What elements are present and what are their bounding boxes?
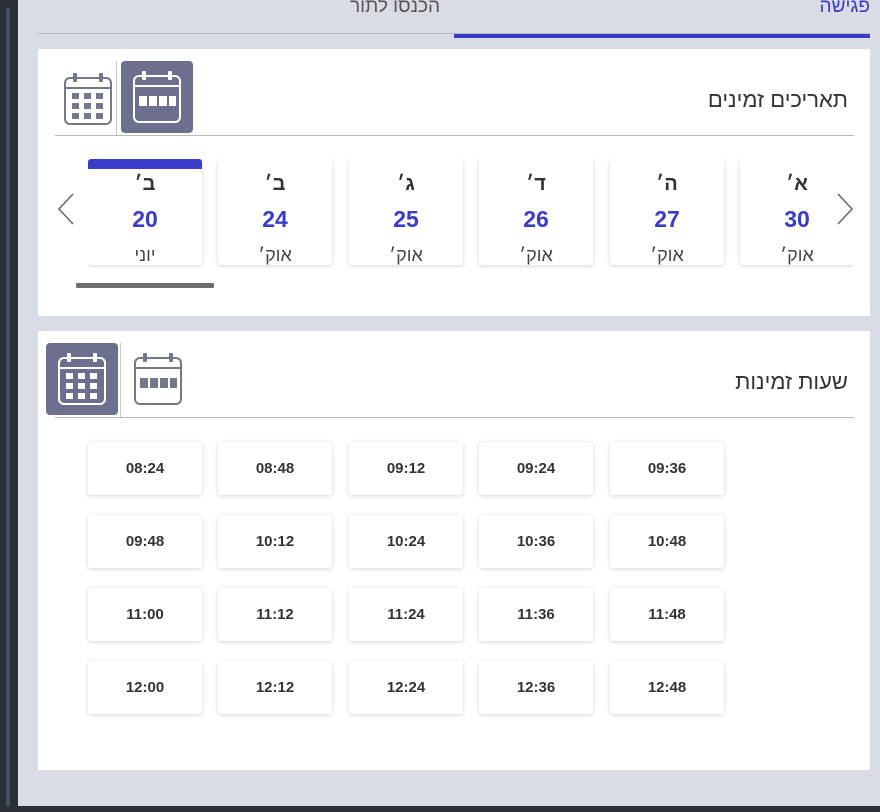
calendar-grid-icon	[58, 353, 106, 405]
time-slot[interactable]: 12:36	[479, 661, 593, 714]
tab-bar: פגישה הכנסו לתור	[38, 0, 870, 40]
time-slot[interactable]: 12:12	[218, 661, 332, 714]
date-number: 27	[654, 206, 680, 232]
dates-divider	[55, 135, 854, 136]
date-month: אוק׳	[258, 245, 292, 265]
date-weekday: ב׳	[134, 173, 156, 195]
times-divider	[55, 417, 854, 418]
date-number: 26	[523, 206, 549, 232]
available-dates-card: תאריכים זמינים א׳ 30 אוק׳ ה׳ 27 אוק׳ ד׳ …	[38, 49, 870, 316]
tab-join-queue[interactable]: הכנסו לתור	[350, 0, 440, 18]
date-month: אוק׳	[519, 245, 553, 265]
date-month: יוני	[134, 245, 156, 265]
time-slot[interactable]: 09:36	[610, 442, 724, 495]
time-slot[interactable]: 11:24	[349, 588, 463, 641]
time-slot[interactable]: 09:48	[88, 515, 202, 568]
date-weekday: ה׳	[656, 173, 678, 195]
window-bottom-edge	[0, 806, 880, 812]
time-slot[interactable]: 10:24	[349, 515, 463, 568]
time-slot[interactable]: 08:48	[218, 442, 332, 495]
dates-scrollbar[interactable]	[76, 283, 214, 288]
date-month: אוק׳	[780, 245, 814, 265]
calendar-week-icon	[134, 353, 182, 405]
time-slot[interactable]: 10:36	[479, 515, 593, 568]
date-card[interactable]: ב׳ 24 אוק׳	[218, 159, 332, 265]
date-number: 20	[132, 206, 158, 232]
time-slot[interactable]: 12:48	[610, 661, 724, 714]
date-card[interactable]: ד׳ 26 אוק׳	[479, 159, 593, 265]
time-slot[interactable]: 11:36	[479, 588, 593, 641]
active-tab-indicator	[454, 34, 870, 38]
window-edge	[0, 0, 18, 812]
month-view-button[interactable]	[46, 343, 118, 415]
date-number: 25	[393, 206, 419, 232]
chevron-right-icon	[837, 193, 854, 225]
date-card[interactable]: ג׳ 25 אוק׳	[349, 159, 463, 265]
available-times-card: שעות זמינות 08:24 08:48 09:12 09:24 09:3…	[38, 331, 870, 770]
time-slot[interactable]: 10:48	[610, 515, 724, 568]
time-slot[interactable]: 09:12	[349, 442, 463, 495]
time-slot[interactable]: 11:00	[88, 588, 202, 641]
prev-dates-button[interactable]	[54, 189, 78, 229]
time-slot[interactable]: 08:24	[88, 442, 202, 495]
date-weekday: ג׳	[397, 173, 415, 195]
week-view-button[interactable]	[122, 343, 194, 415]
available-times-title: שעות זמינות	[735, 369, 848, 394]
month-view-button[interactable]	[52, 63, 124, 135]
available-dates-title: תאריכים זמינים	[707, 87, 848, 112]
date-card-selected[interactable]: ב׳ 20 יוני	[88, 159, 202, 265]
date-strip: א׳ 30 אוק׳ ה׳ 27 אוק׳ ד׳ 26 אוק׳ ג׳ 25 א…	[88, 159, 854, 269]
date-number: 24	[262, 206, 288, 232]
view-toggle-separator	[116, 61, 117, 135]
date-card[interactable]: ה׳ 27 אוק׳	[610, 159, 724, 265]
chevron-left-icon	[57, 193, 74, 225]
tab-meeting[interactable]: פגישה	[820, 0, 870, 18]
time-slot[interactable]: 11:48	[610, 588, 724, 641]
time-slot[interactable]: 12:24	[349, 661, 463, 714]
date-month: אוק׳	[650, 245, 684, 265]
date-month: אוק׳	[389, 245, 423, 265]
time-slot[interactable]: 10:12	[218, 515, 332, 568]
date-weekday: ב׳	[264, 173, 286, 195]
date-weekday: ד׳	[526, 173, 546, 195]
calendar-grid-icon	[64, 73, 112, 125]
time-slot[interactable]: 09:24	[479, 442, 593, 495]
week-view-button[interactable]	[121, 61, 193, 133]
selected-indicator	[88, 159, 202, 169]
time-slot[interactable]: 12:00	[88, 661, 202, 714]
time-slot[interactable]: 11:12	[218, 588, 332, 641]
calendar-week-icon	[133, 71, 181, 123]
view-toggle-separator	[120, 343, 121, 417]
next-dates-button[interactable]	[833, 189, 857, 229]
